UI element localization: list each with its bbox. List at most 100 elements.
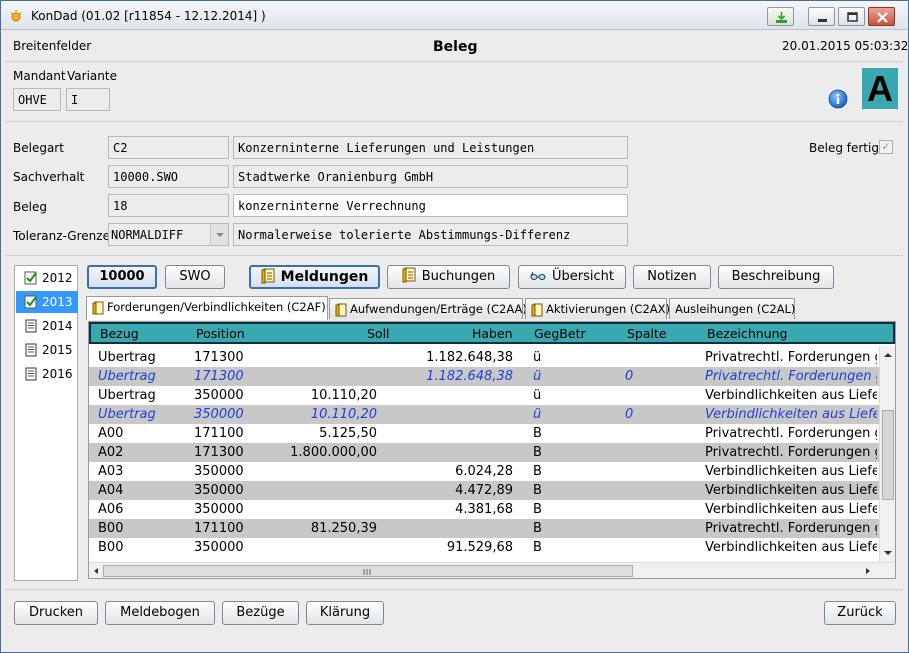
year-item-2014[interactable]: 2014: [16, 315, 78, 337]
cell-bezeichnung: Privatrechtl. Forderungen g: [705, 521, 877, 536]
column-header-haben[interactable]: Haben: [472, 326, 513, 341]
cell-gegbetr: B: [533, 445, 542, 460]
cell-gegbetr: ü: [533, 369, 542, 384]
table-row[interactable]: Übertrag 350000 10.110,20 ü Verbindlichkeite…: [89, 386, 879, 405]
cell-haben: 4.381,68: [455, 502, 513, 517]
meldungen-label: Meldungen: [280, 269, 369, 285]
notizen-button[interactable]: Notizen: [633, 265, 711, 289]
tab-aktivierungen[interactable]: Aktivierungen (C2AX): [525, 298, 670, 319]
column-header-position[interactable]: Position: [196, 326, 245, 341]
datetime: 20.01.2015 05:03:32: [782, 39, 909, 53]
zurueck-button[interactable]: Zurück: [824, 601, 896, 625]
horizontal-scrollbar[interactable]: [89, 562, 895, 578]
meldungen-button[interactable]: Meldungen: [249, 265, 380, 289]
sachverhalt-label: Sachverhalt: [13, 170, 85, 184]
cell-bezeichnung: Verbindlichkeiten aus Liefe: [705, 388, 877, 403]
table-row[interactable]: B00 350000 91.529,68 B Verbindlichkeiten aus…: [89, 538, 879, 557]
cell-bezeichnung: Privatrechtl. Forderungen g: [705, 369, 877, 384]
column-header-soll[interactable]: Soll: [367, 326, 390, 341]
tab-label: Aktivierungen (C2AX): [546, 302, 670, 316]
cell-bezeichnung: Verbindlichkeiten aus Liefe: [705, 540, 877, 555]
arrow-up-icon[interactable]: [882, 350, 894, 360]
cell-soll: 1.800.000,00: [290, 445, 377, 460]
data-table[interactable]: Bezug Position Soll Haben GegBetr Spalte…: [88, 321, 896, 579]
cell-position: 171100: [194, 426, 244, 441]
vertical-scrollbar[interactable]: [879, 346, 895, 562]
cell-position: 350000: [194, 388, 244, 403]
cell-gegbetr: B: [533, 521, 542, 536]
cell-bezeichnung: Verbindlichkeiten aus Liefe: [705, 407, 877, 422]
beleg-text-field[interactable]: konzerninterne Verrechnung: [233, 194, 628, 217]
window-title: KonDad (01.02 [r11854 - 12.12.2014] ): [31, 9, 266, 23]
cell-position: 171300: [194, 445, 244, 460]
sachverhalt-code-field[interactable]: 10000.SWO: [108, 165, 229, 188]
close-button[interactable]: [868, 7, 895, 26]
cell-soll: 10.110,20: [310, 388, 377, 403]
title-bar[interactable]: KonDad (01.02 [r11854 - 12.12.2014] ): [1, 1, 908, 30]
maximize-button[interactable]: [838, 7, 865, 26]
tab-label: Forderungen/Verbindlichkeiten (C2AF): [107, 300, 326, 314]
drucken-button[interactable]: Drucken: [14, 601, 98, 625]
cell-soll: 81.250,39: [310, 521, 377, 536]
uebersicht-button[interactable]: Übersicht: [518, 265, 626, 289]
arrow-down-icon[interactable]: [882, 548, 894, 558]
table-row[interactable]: A04 350000 4.472,89 B Verbindlichkeiten aus …: [89, 481, 879, 500]
document-icon: [402, 267, 416, 283]
year-item-2016[interactable]: 2016: [16, 363, 78, 385]
column-header-gegbetr[interactable]: GegBetr: [534, 326, 586, 341]
horizontal-scroll-thumb[interactable]: [103, 565, 633, 577]
beleg-fertig-checkbox[interactable]: ✓: [879, 140, 893, 154]
cell-bezeichnung: Verbindlichkeiten aus Liefe: [705, 483, 877, 498]
tab-forderungen[interactable]: Forderungen/Verbindlichkeiten (C2AF): [86, 296, 328, 320]
table-row[interactable]: Übertrag 350000 10.110,20 ü 0 Verbindlichkeit…: [89, 405, 879, 424]
table-row[interactable]: Übertrag 171300 1.182.648,38 ü 0 Privatrechtl…: [89, 367, 879, 386]
cell-haben: 1.182.648,38: [426, 350, 513, 365]
table-row[interactable]: A06 350000 4.381,68 B Verbindlichkeiten aus …: [89, 500, 879, 519]
column-header-bezug[interactable]: Bezug: [100, 326, 139, 341]
table-row[interactable]: A03 350000 6.024,28 B Verbindlichkeiten aus …: [89, 462, 879, 481]
beschreibung-button[interactable]: Beschreibung: [718, 265, 834, 289]
info-icon[interactable]: [828, 89, 848, 109]
cell-soll: 5.125,50: [319, 426, 377, 441]
cell-bezug: A06: [98, 502, 124, 517]
variante-field[interactable]: I: [66, 88, 110, 111]
beleg-code-field[interactable]: 18: [108, 194, 229, 217]
special-window-button[interactable]: [767, 7, 794, 26]
cell-position: 171300: [194, 350, 244, 365]
meldebogen-button[interactable]: Meldebogen: [105, 601, 215, 625]
bezuege-button[interactable]: Bezüge: [222, 601, 299, 625]
tab-aufwendungen[interactable]: Aufwendungen/Erträge (C2AA): [329, 298, 527, 319]
arrow-right-icon[interactable]: [863, 566, 873, 576]
vertical-scroll-thumb[interactable]: [882, 410, 894, 500]
klaerung-button[interactable]: Klärung: [306, 601, 384, 625]
buchungen-label: Buchungen: [421, 269, 496, 284]
cell-bezeichnung: Verbindlichkeiten aus Liefe: [705, 464, 877, 479]
table-row[interactable]: A00 171100 5.125,50 B Privatrechtl. Forderun…: [89, 424, 879, 443]
column-header-bezeichnung[interactable]: Bezeichnung: [707, 326, 788, 341]
column-header-spalte[interactable]: Spalte: [627, 326, 667, 341]
table-row[interactable]: Übertrag 171300 1.182.648,38 ü Privatrechtl.…: [89, 348, 879, 367]
mandant-label: Mandant: [13, 69, 66, 83]
year-item-2012[interactable]: 2012: [16, 267, 78, 289]
buchungen-button[interactable]: Buchungen: [387, 265, 510, 289]
belegart-code-field[interactable]: C2: [108, 136, 229, 159]
arrow-left-icon[interactable]: [91, 566, 101, 576]
btn-swo[interactable]: SWO: [165, 265, 225, 289]
mandant-field[interactable]: OHVE: [13, 88, 61, 111]
page-title: Beleg: [433, 39, 478, 55]
table-row[interactable]: B00 171100 81.250,39 B Privatrechtl. Forderu…: [89, 519, 879, 538]
user-name: Breitenfelder: [13, 39, 92, 53]
cell-gegbetr: ü: [533, 350, 542, 365]
year-label: 2012: [42, 271, 73, 285]
toleranz-select[interactable]: NORMALDIFF: [108, 223, 229, 246]
document-icon: [25, 319, 37, 333]
btn-10000[interactable]: 10000: [87, 265, 157, 289]
cell-bezug: A03: [98, 464, 124, 479]
year-item-2015[interactable]: 2015: [16, 339, 78, 361]
year-list[interactable]: 2012 2013 2014 2015 2016: [14, 265, 78, 581]
dropdown-button[interactable]: [210, 224, 228, 245]
year-item-2013[interactable]: 2013: [16, 291, 78, 313]
tab-ausleihungen[interactable]: Ausleihungen (C2AL): [669, 298, 795, 319]
minimize-button[interactable]: [808, 7, 835, 26]
table-row[interactable]: A02 171300 1.800.000,00 B Privatrechtl. Ford…: [89, 443, 879, 462]
